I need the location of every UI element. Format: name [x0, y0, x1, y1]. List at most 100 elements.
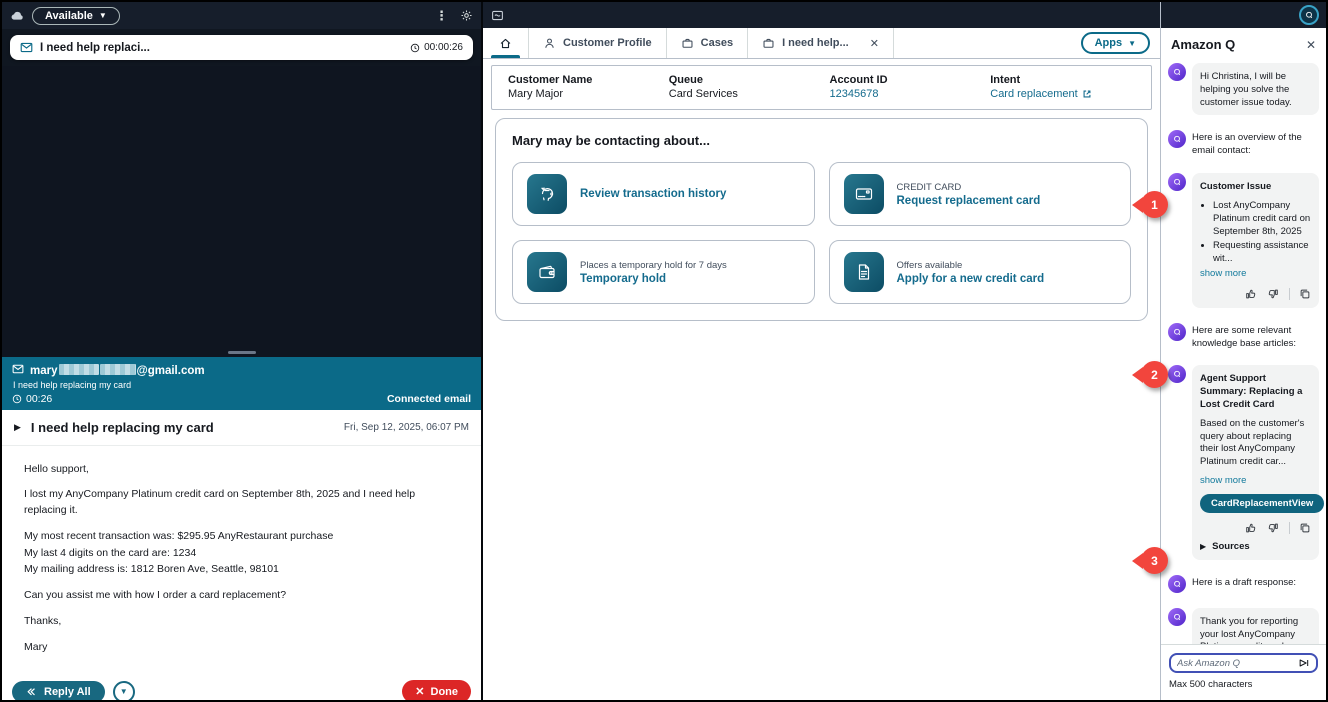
suggestion-category: Places a temporary hold for 7 days	[580, 260, 727, 271]
email-body-line: Can you assist me with how I order a car…	[24, 588, 459, 604]
tab-label: I need help...	[782, 37, 849, 49]
email-thread-header[interactable]: ▶ I need help replacing my card Fri, Sep…	[2, 410, 481, 446]
apps-dropdown-button[interactable]: Apps ▼	[1081, 32, 1150, 54]
email-body-line: My most recent transaction was: $295.95 …	[24, 529, 459, 545]
redacted-block	[100, 364, 136, 375]
field-account-id: Account ID 12345678	[822, 74, 983, 100]
workspace-topbar	[483, 2, 1160, 28]
reply-options-button[interactable]: ▼	[113, 681, 135, 700]
expand-caret-icon[interactable]: ▶	[14, 422, 21, 433]
email-contact-banner: mary@gmail.com I need help replacing my …	[2, 357, 481, 410]
suggestion-link[interactable]: Temporary hold	[580, 273, 727, 285]
issue-bullet-list: Lost AnyCompany Platinum credit card on …	[1213, 200, 1311, 266]
tab-close-icon[interactable]: ✕	[870, 37, 879, 50]
q-message-draft-response: Thank you for reporting your lost AnyCom…	[1168, 608, 1319, 644]
email-body-line: Thanks,	[24, 614, 459, 630]
suggestion-link[interactable]: Review transaction history	[580, 188, 726, 200]
contact-card-timer: 00:00:26	[410, 42, 463, 53]
card-review-transactions[interactable]: Review transaction history	[512, 162, 815, 226]
sources-expander[interactable]: ▶ Sources	[1200, 541, 1311, 554]
workspace-tab-bar: Customer Profile Cases I need help... ✕ …	[483, 28, 1160, 59]
q-message-text: Here is an overview of the email contact…	[1192, 130, 1319, 158]
workspace-content: Customer Name Mary Major Queue Card Serv…	[483, 59, 1160, 700]
thread-action-bar: Reply All ▼ ✕ Done	[2, 671, 481, 700]
tab-current-contact[interactable]: I need help... ✕	[748, 28, 894, 58]
done-button[interactable]: ✕ Done	[402, 680, 471, 700]
field-intent: Intent Card replacement	[982, 74, 1143, 100]
reply-all-icon	[26, 686, 38, 698]
thumbs-up-button[interactable]	[1245, 288, 1257, 300]
email-body: Hello support, I lost my AnyCompany Plat…	[2, 446, 481, 672]
suggestion-link[interactable]: Request replacement card	[897, 195, 1041, 207]
message-actions	[1200, 285, 1311, 302]
ccp-topbar: Available ▼ ⋮	[2, 2, 481, 29]
q-input-wrap	[1169, 653, 1318, 673]
briefcase-icon	[681, 37, 694, 50]
reply-all-button[interactable]: Reply All	[12, 681, 105, 700]
amazon-q-panel: Amazon Q ✕ Hi Christina, I will be helpi…	[1160, 2, 1326, 700]
suggestion-link[interactable]: Apply for a new credit card	[897, 273, 1045, 285]
active-contact-card[interactable]: I need help replaci... 00:00:26	[10, 35, 473, 60]
card-replacement-view-button[interactable]: CardReplacementView	[1200, 494, 1324, 513]
card-request-replacement[interactable]: CREDIT CARD Request replacement card	[829, 162, 1132, 226]
field-queue: Queue Card Services	[661, 74, 822, 100]
ask-amazon-q-input[interactable]	[1177, 658, 1294, 669]
copy-button[interactable]	[1289, 522, 1311, 534]
email-body-line: My mailing address is: 1812 Boren Ave, S…	[24, 562, 459, 578]
sources-label: Sources	[1212, 541, 1250, 554]
tab-customer-profile[interactable]: Customer Profile	[529, 28, 667, 58]
q-avatar-icon	[1168, 575, 1186, 593]
show-more-link[interactable]: show more	[1200, 475, 1246, 488]
thumbs-up-button[interactable]	[1245, 522, 1257, 534]
bubble-body: Thank you for reporting your lost AnyCom…	[1200, 616, 1311, 644]
email-subject: I need help replacing my card	[31, 420, 214, 435]
amazon-q-toggle-button[interactable]	[1299, 5, 1319, 25]
q-message-bubble: Customer Issue Lost AnyCompany Platinum …	[1192, 173, 1319, 308]
q-avatar-icon	[1168, 608, 1186, 626]
contact-card-title: I need help replaci...	[40, 42, 150, 54]
q-message-customer-issue: Customer Issue Lost AnyCompany Platinum …	[1168, 173, 1319, 308]
customer-info-bar: Customer Name Mary Major Queue Card Serv…	[491, 65, 1152, 110]
annotation-marker-1: 1	[1141, 191, 1168, 218]
bubble-body: Based on the customer's query about repl…	[1200, 418, 1311, 469]
close-icon[interactable]: ✕	[1306, 38, 1316, 52]
expand-caret-icon: ▶	[1200, 542, 1206, 553]
suggestions-title: Mary may be contacting about...	[512, 133, 1131, 148]
q-panel-title: Amazon Q	[1171, 37, 1235, 52]
agent-status-dropdown[interactable]: Available ▼	[32, 7, 120, 25]
credit-card-icon	[844, 174, 884, 214]
annotation-marker-2: 2	[1141, 361, 1168, 388]
panel-drag-handle[interactable]	[228, 351, 256, 354]
account-id-link[interactable]: 12345678	[830, 88, 983, 100]
issue-bullet: Requesting assistance wit...	[1213, 240, 1311, 266]
kebab-menu-icon[interactable]: ⋮	[431, 8, 452, 24]
intent-link[interactable]: Card replacement	[990, 88, 1143, 100]
redacted-block	[59, 364, 99, 375]
q-avatar-icon	[1168, 323, 1186, 341]
char-limit-hint: Max 500 characters	[1169, 679, 1318, 690]
chevron-down-icon: ▼	[120, 687, 128, 696]
email-body-line: I lost my AnyCompany Platinum credit car…	[24, 487, 459, 519]
q-message: Here is a draft response:	[1168, 575, 1319, 593]
document-icon	[844, 252, 884, 292]
connection-status: Connected email	[387, 393, 471, 405]
email-body-line: Hello support,	[24, 462, 459, 478]
card-temporary-hold[interactable]: Places a temporary hold for 7 days Tempo…	[512, 240, 815, 304]
copy-button[interactable]	[1289, 288, 1311, 300]
q-topbar	[1161, 2, 1326, 28]
thumbs-down-button[interactable]	[1267, 288, 1279, 300]
ccp-panel: Available ▼ ⋮ I need help replaci... 00:…	[2, 2, 483, 700]
q-message: Here is an overview of the email contact…	[1168, 130, 1319, 158]
tab-label: Cases	[701, 37, 733, 49]
gear-icon[interactable]	[460, 9, 473, 22]
tab-home[interactable]	[483, 28, 529, 58]
send-icon[interactable]	[1298, 657, 1310, 669]
q-avatar-icon	[1168, 63, 1186, 81]
workspace-panel: Customer Profile Cases I need help... ✕ …	[483, 2, 1160, 700]
tab-cases[interactable]: Cases	[667, 28, 748, 58]
thumbs-down-button[interactable]	[1267, 522, 1279, 534]
card-apply-new-card[interactable]: Offers available Apply for a new credit …	[829, 240, 1132, 304]
bubble-title: Agent Support Summary: Replacing a Lost …	[1200, 373, 1311, 411]
show-more-link[interactable]: show more	[1200, 268, 1246, 281]
annotation-marker-3: 3	[1141, 547, 1168, 574]
